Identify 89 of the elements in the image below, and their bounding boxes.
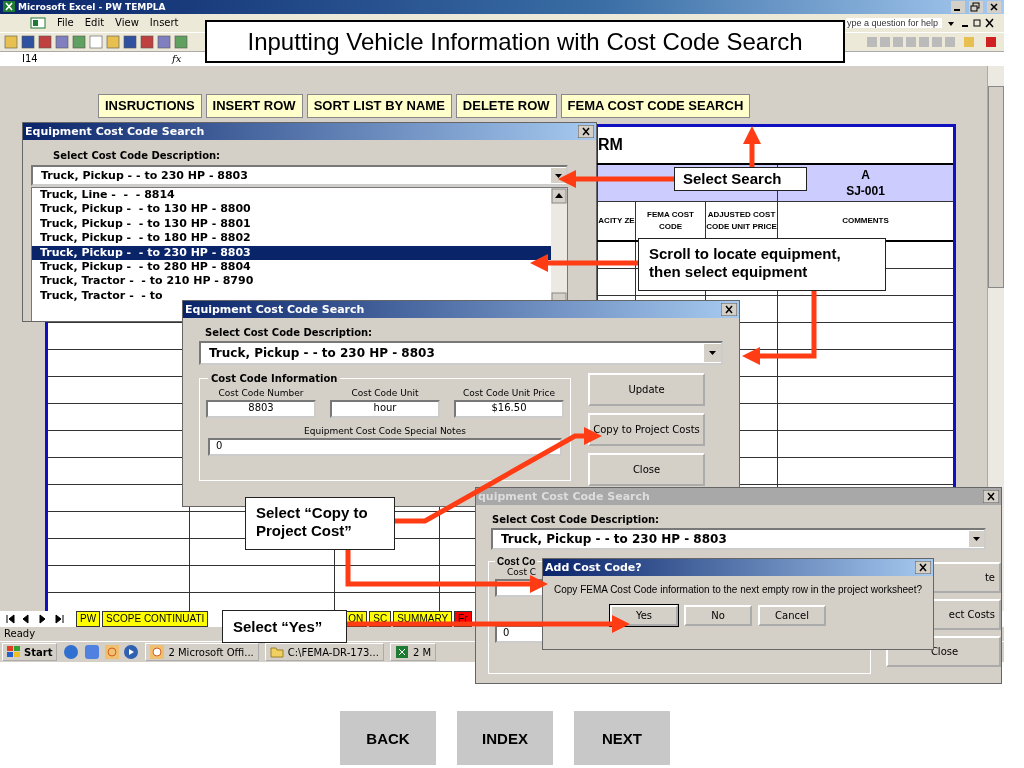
taskbar-item[interactable]: C:\FEMA-DR-173... <box>264 643 384 662</box>
callout-text: Select “Yes” <box>222 610 347 643</box>
dialog-title: Equipment Cost Code Search <box>25 125 205 138</box>
sheet-button[interactable]: INSERT ROW <box>205 93 303 118</box>
list-option[interactable]: Truck, Pickup - - to 130 HP - 8800 <box>32 202 551 217</box>
column-header: COMMENTS <box>842 215 889 225</box>
column-letter: A <box>860 166 871 183</box>
list-option[interactable]: Truck, Tractor - - to 210 HP - 8790 <box>32 274 551 289</box>
clock-icon <box>150 645 165 660</box>
menu-item[interactable]: Edit <box>84 17 105 29</box>
field-label: Select Cost Code Description: <box>53 150 222 161</box>
text-field[interactable]: hour <box>330 400 440 418</box>
start-button[interactable]: Start <box>2 643 58 662</box>
close-icon[interactable] <box>578 125 594 138</box>
list-option[interactable]: Truck, Line - - - 8814 <box>32 188 551 203</box>
dialog-title: Add Cost Code? <box>545 561 642 574</box>
list-option[interactable]: Truck, Tractor - - to <box>32 288 551 304</box>
notes-field[interactable]: 0 <box>208 438 562 456</box>
window-controls-icon[interactable] <box>946 17 996 28</box>
column-header: ADJUSTED COST CODE UNIT PRICE <box>706 209 777 231</box>
sheet-button[interactable]: FEMA COST CODE SEARCH <box>560 93 751 118</box>
sheet-icon[interactable] <box>30 16 46 29</box>
callout-text: Select Search <box>674 167 807 191</box>
dialog-button[interactable]: Close <box>588 453 705 486</box>
field-label: Select Cost Code Description: <box>492 514 661 525</box>
column-header: FEMA COST CODE <box>647 209 694 231</box>
column-header: ACITY ZE <box>598 215 635 225</box>
dialog-title-bar[interactable]: Add Cost Code? <box>543 559 933 576</box>
close-icon[interactable] <box>915 561 931 574</box>
callout-text: Select “Copy to Project Cost” <box>245 497 395 550</box>
dialog-title: Equipment Cost Code Search <box>185 303 365 316</box>
menu-item[interactable]: File <box>57 17 74 29</box>
callout-text: Scroll to locate equipment, then select equipment <box>638 238 886 291</box>
field-label: Cost Code Unit <box>351 388 419 398</box>
dropdown-field[interactable]: Truck, Pickup - - to 230 HP - 8803 <box>199 341 723 365</box>
form-title: RM <box>598 135 623 153</box>
windows-logo-icon <box>7 646 21 659</box>
nav-button[interactable]: BACK <box>340 711 436 765</box>
field-label: Cost Code Unit Price <box>463 388 555 398</box>
column-code: SJ-001 <box>845 182 886 199</box>
folder-icon <box>269 645 284 660</box>
taskbar-item[interactable]: 2 Microsoft Offi... <box>145 643 259 662</box>
list-option[interactable]: Truck, Pickup - - to 280 HP - 8804 <box>32 260 551 275</box>
slide-title: Inputting Vehicle Information with Cost Code Search <box>205 20 845 63</box>
sheet-button[interactable]: DELETE ROW <box>455 93 557 118</box>
dialog-button[interactable]: Yes <box>610 605 678 626</box>
restore-icon[interactable] <box>969 0 983 13</box>
sheet-tab[interactable]: SCOPE CONTINUATI <box>102 611 209 628</box>
caret-icon[interactable] <box>969 531 984 547</box>
help-search-field[interactable]: ype a question for help <box>845 17 942 28</box>
dialog-button[interactable]: Update <box>588 373 705 406</box>
function-label[interactable]: fx <box>172 53 182 65</box>
name-box[interactable]: I14 <box>0 53 102 65</box>
group-title: Cost Co <box>496 556 537 567</box>
close-icon[interactable] <box>987 0 1001 13</box>
caret-icon[interactable] <box>704 344 721 362</box>
spreadsheet-icon <box>394 645 409 660</box>
menu-item[interactable]: View <box>115 17 139 29</box>
list-option[interactable]: Truck, Pickup - - to 180 HP - 8802 <box>32 231 551 246</box>
nav-button[interactable]: NEXT <box>574 711 670 765</box>
window-title: Microsoft Excel - PW TEMPLA <box>18 1 166 12</box>
field-label: Cost Code Number <box>218 388 304 398</box>
taskbar-item[interactable]: 2 M <box>389 643 437 662</box>
list-option[interactable]: Truck, Pickup - - to 130 HP - 8801 <box>32 216 551 232</box>
dialog-title-bar[interactable]: Equipment Cost Code Search <box>183 301 739 318</box>
dropdown-field[interactable]: Truck, Pickup - - to 230 HP - 8803 <box>491 528 986 550</box>
status-text: Ready <box>4 628 36 640</box>
group-title: Cost Code Information <box>210 373 339 384</box>
sheet-tab[interactable]: PW <box>76 611 101 628</box>
excel-icon <box>3 1 15 13</box>
text-field[interactable]: $16.50 <box>454 400 564 418</box>
menu-item[interactable]: Insert <box>149 17 179 29</box>
dropdown-field[interactable]: Truck, Pickup - - to 230 HP - 8803 <box>31 165 568 186</box>
minimize-icon[interactable] <box>951 0 965 13</box>
list-option[interactable]: Truck, Pickup - - to 230 HP - 8803 <box>32 245 551 261</box>
dialog-button[interactable]: Copy to Project Costs <box>588 413 705 446</box>
sheet-button[interactable]: SORT LIST BY NAME <box>306 93 452 118</box>
close-icon[interactable] <box>983 490 999 503</box>
text-field[interactable]: 8803 <box>206 400 316 418</box>
nav-button[interactable]: INDEX <box>457 711 553 765</box>
pointer-arrow <box>743 126 761 168</box>
close-icon[interactable] <box>721 303 737 316</box>
field-label: Equipment Cost Code Special Notes <box>303 426 467 436</box>
quick-launch-icons[interactable] <box>63 644 140 661</box>
dialog-button[interactable]: Cancel <box>758 605 826 626</box>
dialog-button[interactable]: No <box>684 605 752 626</box>
sheet-button[interactable]: INSRUCTIONS <box>98 93 202 118</box>
field-label: Select Cost Code Description: <box>205 327 374 338</box>
dialog-title-bar[interactable]: Equipment Cost Code Search <box>23 123 596 140</box>
